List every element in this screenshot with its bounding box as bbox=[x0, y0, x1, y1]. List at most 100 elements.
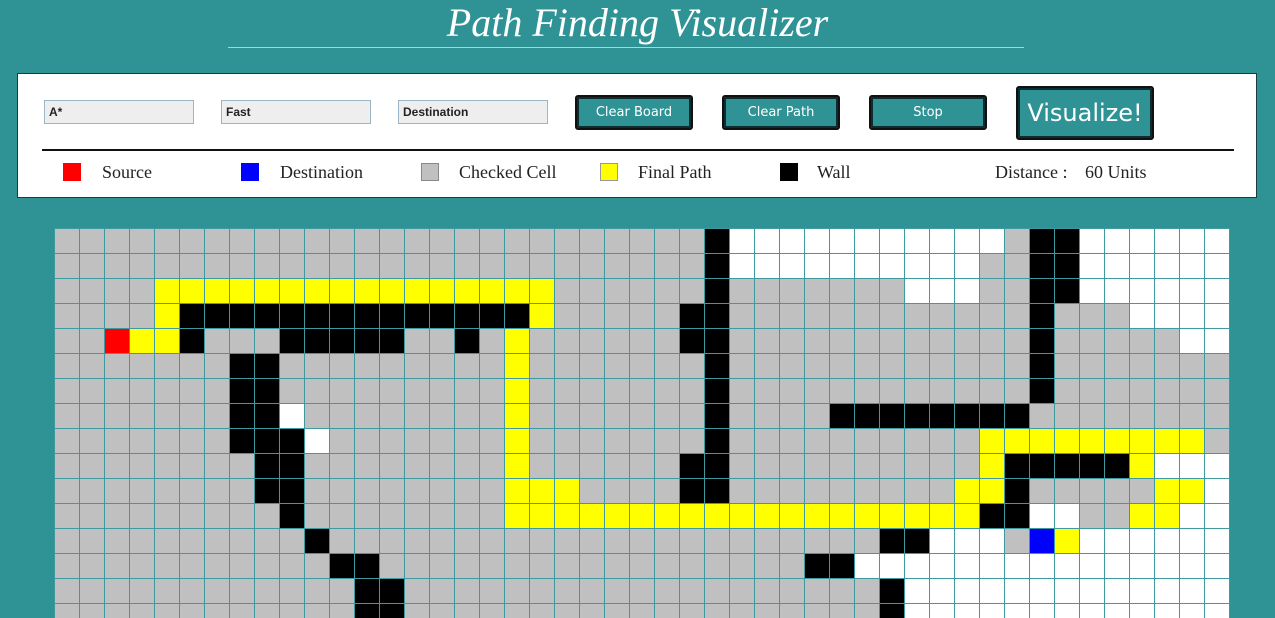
checked-cell[interactable] bbox=[830, 279, 854, 303]
empty-cell[interactable] bbox=[955, 579, 979, 603]
checked-cell[interactable] bbox=[330, 379, 354, 403]
checked-cell[interactable] bbox=[155, 554, 179, 578]
checked-cell[interactable] bbox=[80, 529, 104, 553]
empty-cell[interactable] bbox=[855, 554, 879, 578]
path-cell[interactable] bbox=[1130, 429, 1154, 453]
checked-cell[interactable] bbox=[855, 454, 879, 478]
path-cell[interactable] bbox=[1180, 429, 1204, 453]
empty-cell[interactable] bbox=[1130, 254, 1154, 278]
empty-cell[interactable] bbox=[905, 254, 929, 278]
checked-cell[interactable] bbox=[880, 379, 904, 403]
empty-cell[interactable] bbox=[1080, 254, 1104, 278]
checked-cell[interactable] bbox=[980, 329, 1004, 353]
wall-cell[interactable] bbox=[230, 404, 254, 428]
wall-cell[interactable] bbox=[1030, 354, 1054, 378]
checked-cell[interactable] bbox=[105, 479, 129, 503]
checked-cell[interactable] bbox=[355, 254, 379, 278]
wall-cell[interactable] bbox=[355, 554, 379, 578]
checked-cell[interactable] bbox=[605, 329, 629, 353]
wall-cell[interactable] bbox=[280, 454, 304, 478]
empty-cell[interactable] bbox=[1205, 529, 1229, 553]
checked-cell[interactable] bbox=[155, 254, 179, 278]
checked-cell[interactable] bbox=[880, 479, 904, 503]
checked-cell[interactable] bbox=[605, 579, 629, 603]
checked-cell[interactable] bbox=[55, 404, 79, 428]
checked-cell[interactable] bbox=[680, 229, 704, 253]
empty-cell[interactable] bbox=[1180, 329, 1204, 353]
checked-cell[interactable] bbox=[555, 379, 579, 403]
checked-cell[interactable] bbox=[230, 554, 254, 578]
stop-button[interactable]: Stop bbox=[869, 95, 987, 130]
checked-cell[interactable] bbox=[880, 354, 904, 378]
checked-cell[interactable] bbox=[655, 529, 679, 553]
checked-cell[interactable] bbox=[980, 354, 1004, 378]
checked-cell[interactable] bbox=[405, 329, 429, 353]
checked-cell[interactable] bbox=[155, 479, 179, 503]
checked-cell[interactable] bbox=[1105, 354, 1129, 378]
checked-cell[interactable] bbox=[755, 554, 779, 578]
wall-cell[interactable] bbox=[205, 304, 229, 328]
checked-cell[interactable] bbox=[580, 479, 604, 503]
checked-cell[interactable] bbox=[130, 554, 154, 578]
empty-cell[interactable] bbox=[1205, 229, 1229, 253]
wall-cell[interactable] bbox=[330, 554, 354, 578]
checked-cell[interactable] bbox=[830, 579, 854, 603]
wall-cell[interactable] bbox=[1055, 254, 1079, 278]
wall-cell[interactable] bbox=[705, 379, 729, 403]
checked-cell[interactable] bbox=[755, 529, 779, 553]
empty-cell[interactable] bbox=[1080, 279, 1104, 303]
checked-cell[interactable] bbox=[555, 429, 579, 453]
checked-cell[interactable] bbox=[855, 329, 879, 353]
checked-cell[interactable] bbox=[55, 504, 79, 528]
checked-cell[interactable] bbox=[430, 479, 454, 503]
empty-cell[interactable] bbox=[1155, 254, 1179, 278]
path-cell[interactable] bbox=[680, 504, 704, 528]
empty-cell[interactable] bbox=[1180, 504, 1204, 528]
checked-cell[interactable] bbox=[580, 454, 604, 478]
checked-cell[interactable] bbox=[1180, 379, 1204, 403]
empty-cell[interactable] bbox=[855, 254, 879, 278]
empty-cell[interactable] bbox=[1205, 279, 1229, 303]
checked-cell[interactable] bbox=[455, 429, 479, 453]
wall-cell[interactable] bbox=[305, 529, 329, 553]
empty-cell[interactable] bbox=[955, 254, 979, 278]
checked-cell[interactable] bbox=[355, 504, 379, 528]
empty-cell[interactable] bbox=[1130, 579, 1154, 603]
checked-cell[interactable] bbox=[905, 454, 929, 478]
empty-cell[interactable] bbox=[880, 254, 904, 278]
checked-cell[interactable] bbox=[905, 429, 929, 453]
wall-cell[interactable] bbox=[255, 479, 279, 503]
checked-cell[interactable] bbox=[280, 579, 304, 603]
path-cell[interactable] bbox=[955, 504, 979, 528]
checked-cell[interactable] bbox=[555, 554, 579, 578]
checked-cell[interactable] bbox=[680, 279, 704, 303]
checked-cell[interactable] bbox=[580, 329, 604, 353]
checked-cell[interactable] bbox=[230, 579, 254, 603]
checked-cell[interactable] bbox=[105, 354, 129, 378]
checked-cell[interactable] bbox=[255, 529, 279, 553]
checked-cell[interactable] bbox=[480, 479, 504, 503]
checked-cell[interactable] bbox=[80, 404, 104, 428]
path-cell[interactable] bbox=[505, 454, 529, 478]
checked-cell[interactable] bbox=[630, 529, 654, 553]
checked-cell[interactable] bbox=[1080, 304, 1104, 328]
checked-cell[interactable] bbox=[980, 279, 1004, 303]
checked-cell[interactable] bbox=[955, 429, 979, 453]
checked-cell[interactable] bbox=[1005, 279, 1029, 303]
checked-cell[interactable] bbox=[630, 354, 654, 378]
checked-cell[interactable] bbox=[630, 304, 654, 328]
checked-cell[interactable] bbox=[605, 229, 629, 253]
checked-cell[interactable] bbox=[680, 379, 704, 403]
checked-cell[interactable] bbox=[630, 379, 654, 403]
checked-cell[interactable] bbox=[55, 254, 79, 278]
checked-cell[interactable] bbox=[505, 579, 529, 603]
empty-cell[interactable] bbox=[880, 554, 904, 578]
path-cell[interactable] bbox=[1005, 429, 1029, 453]
checked-cell[interactable] bbox=[205, 254, 229, 278]
checked-cell[interactable] bbox=[1055, 379, 1079, 403]
checked-cell[interactable] bbox=[130, 479, 154, 503]
checked-cell[interactable] bbox=[880, 279, 904, 303]
checked-cell[interactable] bbox=[130, 229, 154, 253]
empty-cell[interactable] bbox=[1155, 454, 1179, 478]
wall-cell[interactable] bbox=[255, 304, 279, 328]
